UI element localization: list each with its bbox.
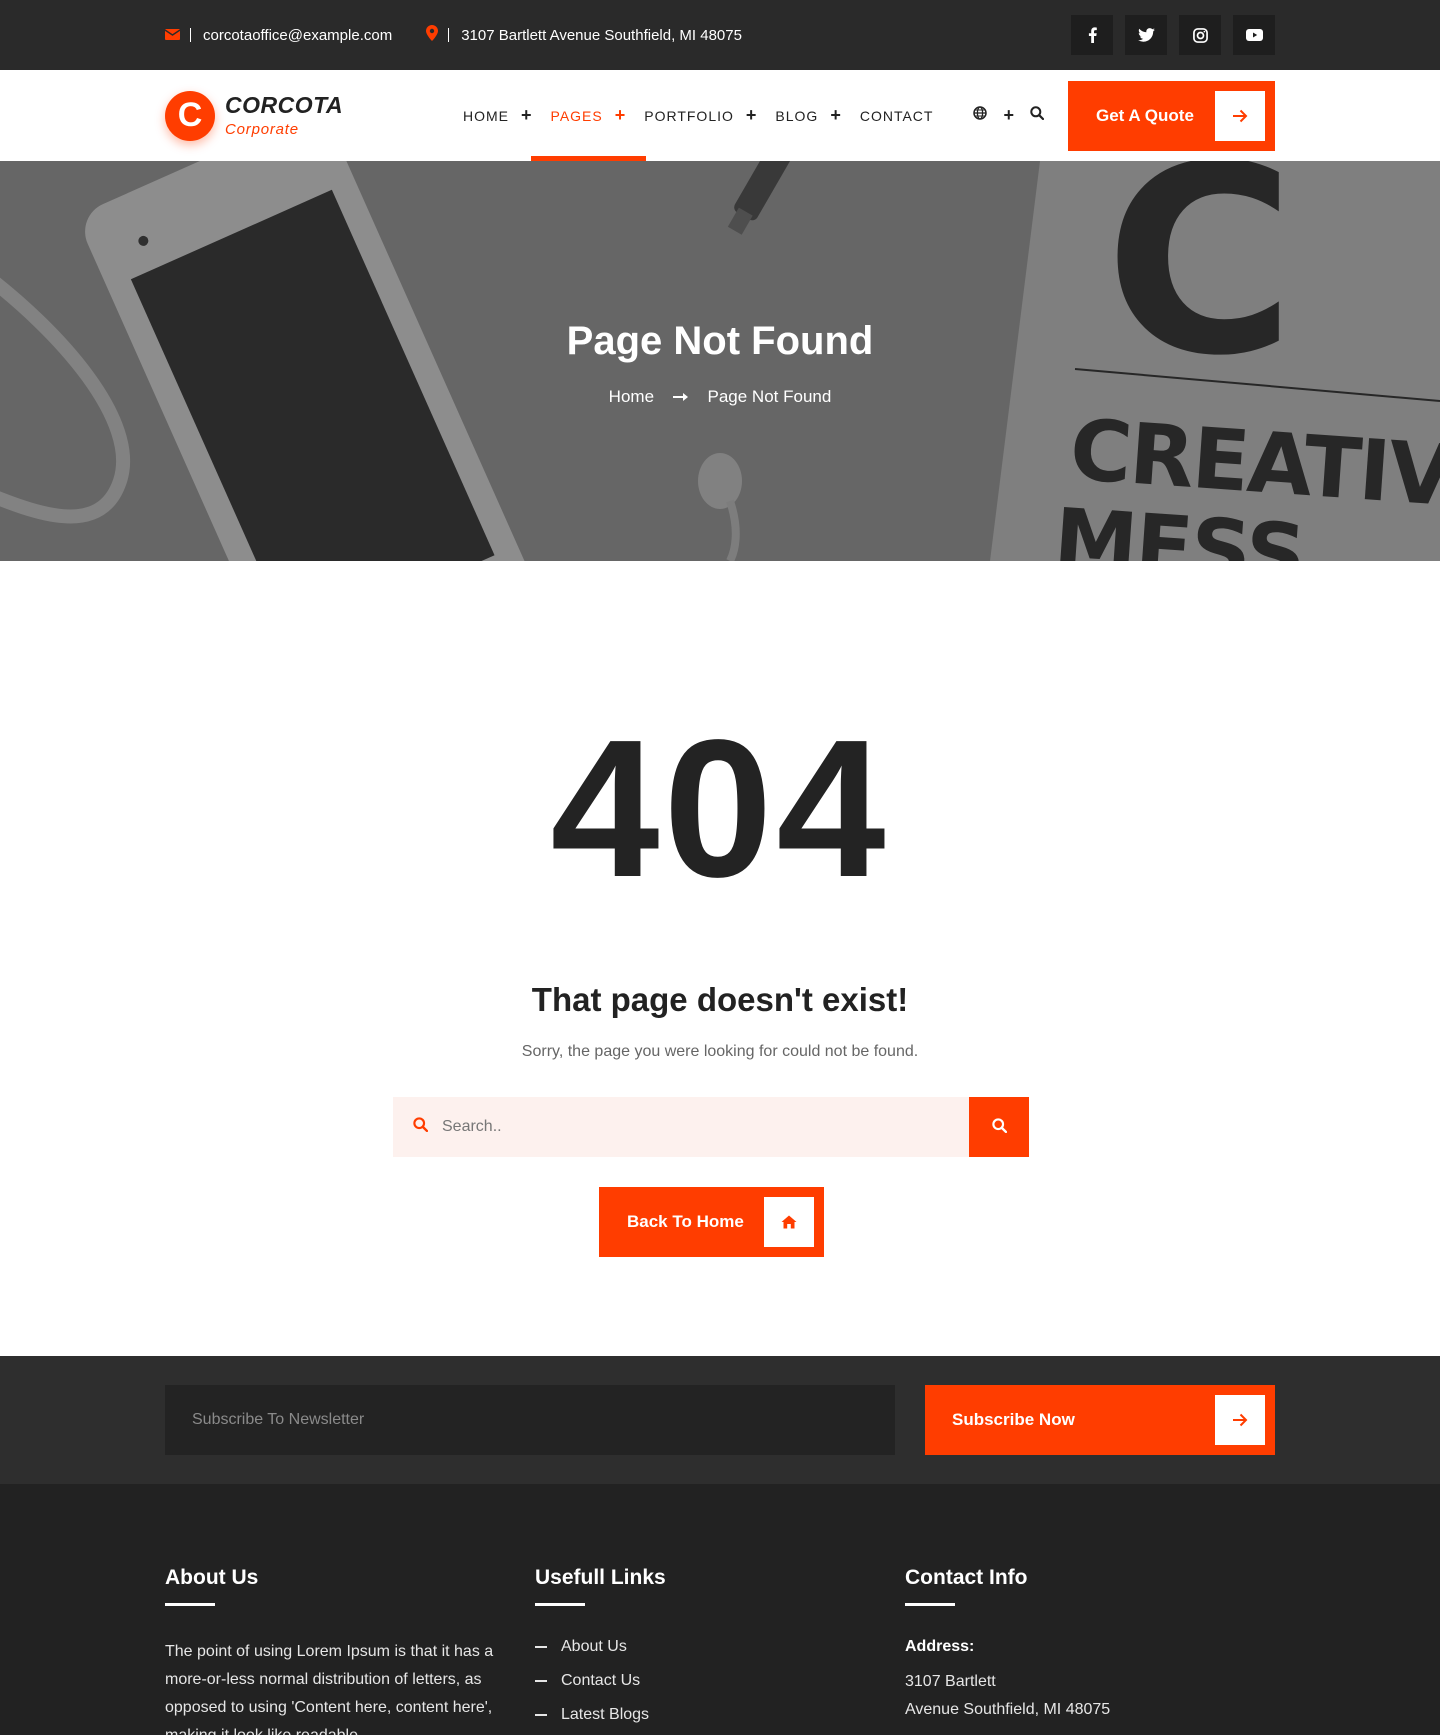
search-icon xyxy=(991,1118,1007,1136)
plus-icon: + xyxy=(521,105,533,125)
brand-tagline: Corporate xyxy=(225,120,299,138)
search-button[interactable] xyxy=(969,1097,1029,1157)
youtube-icon[interactable] xyxy=(1233,15,1275,55)
subscribe-button[interactable]: Subscribe Now xyxy=(925,1385,1275,1455)
nav-label: CONTACT xyxy=(859,107,934,124)
address-label: Address: xyxy=(905,1638,975,1655)
search-field-wrapper xyxy=(393,1097,969,1157)
breadcrumb: Home Page Not Found xyxy=(0,387,1440,407)
topbar-email[interactable]: corcotaoffice@example.com xyxy=(164,27,392,44)
search-icon[interactable] xyxy=(1030,106,1045,125)
email-text[interactable]: corcotaoffice@example.com xyxy=(203,27,392,44)
title-underline xyxy=(165,1603,215,1606)
nav-tools: + xyxy=(973,105,1045,126)
footer-links-title: Usefull Links xyxy=(535,1566,666,1589)
envelope-icon xyxy=(164,27,181,44)
arrow-right-icon xyxy=(1215,1395,1265,1445)
link-label: Contact Us xyxy=(561,1672,641,1689)
get-a-quote-button[interactable]: Get A Quote xyxy=(1068,80,1275,151)
globe-icon[interactable] xyxy=(973,106,988,125)
error-headline: That page doesn't exist! xyxy=(531,981,909,1018)
nav-item-pages[interactable]: PAGES + xyxy=(530,70,646,161)
arrow-right-icon xyxy=(672,387,694,406)
nav-item-portfolio[interactable]: PORTFOLIO + xyxy=(644,70,775,161)
quote-label: Get A Quote xyxy=(1096,105,1194,125)
map-pin-icon xyxy=(426,25,439,45)
footer: About Us The point of using Lorem Ipsum … xyxy=(0,1484,1440,1735)
back-home-label: Back To Home xyxy=(627,1212,744,1231)
main-header: C CORCOTA Corporate HOME + PAGES + PORTF… xyxy=(0,70,1440,161)
footer-links: Usefull Links About Us Contact Us Latest… xyxy=(535,1566,905,1735)
error-section: 404 That page doesn't exist! Sorry, the … xyxy=(0,561,1440,1356)
topbar-address: 3107 Bartlett Avenue Southfield, MI 4807… xyxy=(426,25,742,45)
nav-item-blog[interactable]: BLOG + xyxy=(775,70,859,161)
separator xyxy=(190,28,191,42)
newsletter-email-input[interactable] xyxy=(192,1411,792,1429)
address-text: 3107 Bartlett Avenue Southfield, MI 4807… xyxy=(461,26,742,44)
link-label: About Us xyxy=(561,1638,627,1655)
instagram-icon[interactable] xyxy=(1179,15,1221,55)
dash-icon xyxy=(535,1680,547,1682)
dash-icon xyxy=(535,1714,547,1716)
footer-contact-title: Contact Info xyxy=(905,1566,1028,1589)
twitter-icon[interactable] xyxy=(1125,15,1167,55)
breadcrumb-current: Page Not Found xyxy=(707,387,832,406)
nav-label: PAGES xyxy=(550,107,603,124)
error-message: Sorry, the page you were looking for cou… xyxy=(521,1043,919,1060)
plus-icon[interactable]: + xyxy=(1003,105,1014,126)
newsletter-field-wrapper xyxy=(165,1385,895,1455)
dash-icon xyxy=(535,1646,547,1648)
footer-link-blogs[interactable]: Latest Blogs xyxy=(535,1698,905,1732)
address-line-1: 3107 Bartlett xyxy=(905,1673,996,1690)
facebook-icon[interactable] xyxy=(1071,15,1113,55)
footer-about-title: About Us xyxy=(165,1566,259,1589)
logo[interactable]: C CORCOTA Corporate xyxy=(165,90,463,141)
breadcrumb-home[interactable]: Home xyxy=(609,387,654,406)
logo-mark: C xyxy=(165,90,215,141)
main-nav: HOME + PAGES + PORTFOLIO + BLOG + CONTAC… xyxy=(463,70,1045,161)
title-underline xyxy=(905,1603,955,1606)
footer-contact: Contact Info Address: 3107 Bartlett Aven… xyxy=(905,1566,1275,1735)
newsletter-bar: Subscribe Now xyxy=(0,1356,1440,1484)
separator xyxy=(448,28,450,42)
arrow-right-icon xyxy=(1215,90,1265,141)
search-input[interactable] xyxy=(442,1118,882,1136)
plus-icon: + xyxy=(745,105,758,125)
search-form xyxy=(393,1097,1029,1157)
title-underline xyxy=(535,1603,585,1606)
page-title: Page Not Found xyxy=(566,319,874,363)
plus-icon: + xyxy=(614,105,627,125)
nav-item-contact[interactable]: CONTACT xyxy=(860,70,952,161)
footer-about-text: The point of using Lorem Ipsum is that i… xyxy=(165,1643,494,1735)
nav-label: BLOG xyxy=(775,107,819,124)
search-icon xyxy=(413,1117,429,1137)
top-bar: corcotaoffice@example.com 3107 Bartlett … xyxy=(0,0,1440,70)
nav-label: HOME xyxy=(463,107,509,124)
brand-name: CORCOTA xyxy=(225,91,344,118)
home-icon xyxy=(764,1197,814,1247)
link-label: Latest Blogs xyxy=(561,1706,650,1723)
footer-about: About Us The point of using Lorem Ipsum … xyxy=(165,1566,535,1735)
footer-link-about[interactable]: About Us xyxy=(535,1630,905,1664)
nav-label: PORTFOLIO xyxy=(644,107,734,124)
back-to-home-button[interactable]: Back To Home xyxy=(599,1187,824,1257)
subscribe-label: Subscribe Now xyxy=(952,1410,1075,1429)
social-links xyxy=(1071,15,1275,55)
nav-item-home[interactable]: HOME + xyxy=(463,70,551,161)
address-line-2: Avenue Southfield, MI 48075 xyxy=(905,1701,1111,1718)
useful-links-list: About Us Contact Us Latest Blogs xyxy=(535,1630,905,1732)
page-hero: C CREATIVE MESS Page Not Found Home Page… xyxy=(0,161,1440,561)
footer-link-contact[interactable]: Contact Us xyxy=(535,1664,905,1698)
plus-icon: + xyxy=(830,105,842,125)
error-code: 404 xyxy=(550,699,890,918)
